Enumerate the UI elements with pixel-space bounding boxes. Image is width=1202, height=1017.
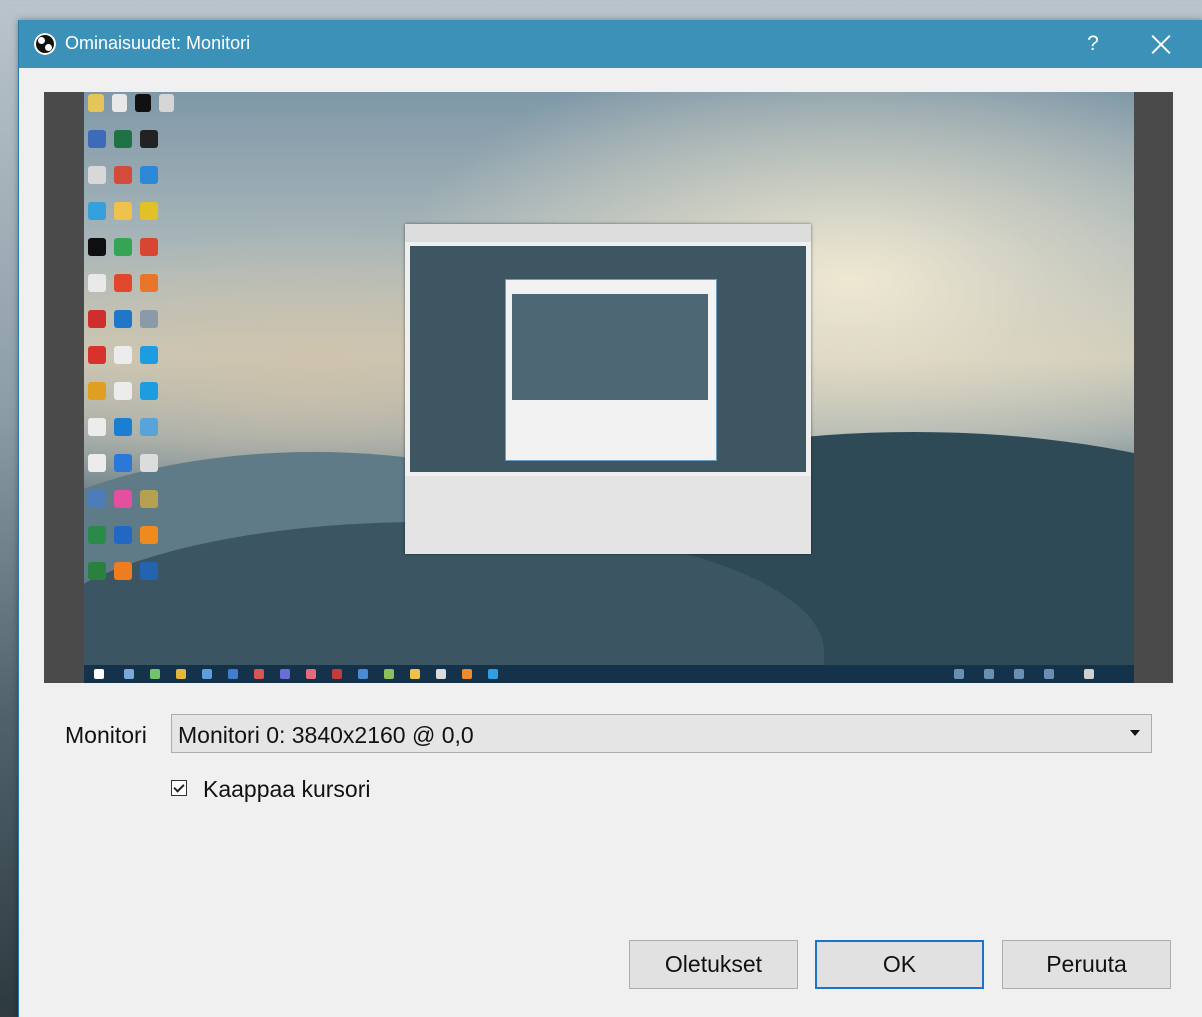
defaults-button[interactable]: Oletukset: [629, 940, 798, 989]
close-icon[interactable]: [1143, 28, 1179, 60]
monitor-select-value: Monitori 0: 3840x2160 @ 0,0: [178, 722, 474, 748]
nested-dialog-preview: [512, 294, 708, 400]
desktop-screenshot: [84, 92, 1134, 683]
title-bar[interactable]: Ominaisuudet: Monitori ?: [19, 20, 1202, 68]
obs-logo-icon: [34, 33, 56, 55]
capture-cursor-checkbox[interactable]: [171, 780, 187, 796]
desktop-icons: [88, 94, 174, 598]
monitor-label: Monitori: [65, 722, 147, 748]
monitor-preview: [44, 92, 1173, 683]
cancel-button[interactable]: Peruuta: [1002, 940, 1171, 989]
capture-cursor-label[interactable]: Kaappaa kursori: [203, 776, 371, 803]
nested-dialog: [505, 279, 717, 461]
chevron-down-icon: [1130, 730, 1140, 736]
window-title: Ominaisuudet: Monitori: [65, 33, 251, 53]
nested-window-menu: [405, 224, 811, 242]
monitor-select[interactable]: Monitori 0: 3840x2160 @ 0,0: [171, 714, 1152, 753]
help-button[interactable]: ?: [1075, 28, 1111, 60]
ok-button[interactable]: OK: [815, 940, 984, 989]
nested-panels: [405, 476, 811, 554]
properties-dialog: Ominaisuudet: Monitori ? Monitori Monito…: [18, 20, 1202, 1017]
desktop-taskbar: [84, 665, 1134, 683]
nested-obs-window: [405, 224, 811, 554]
